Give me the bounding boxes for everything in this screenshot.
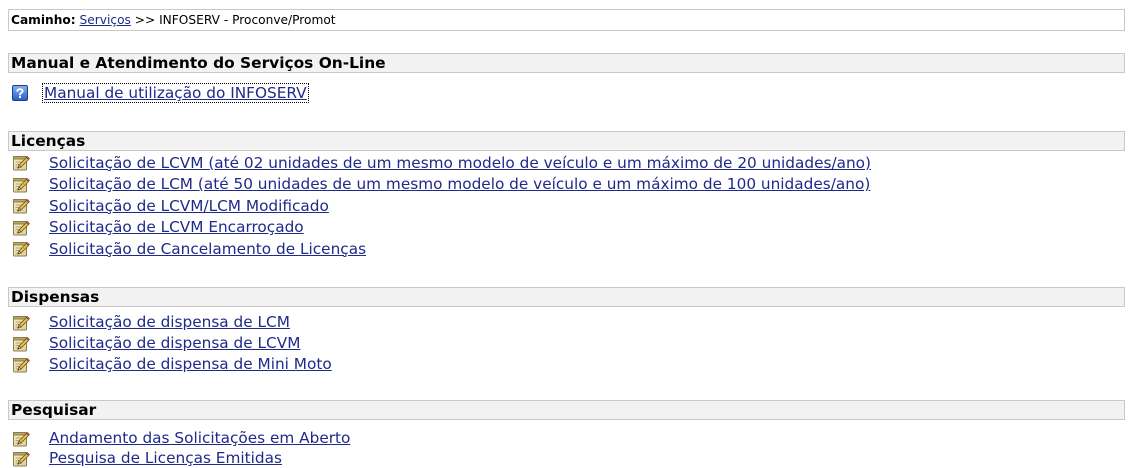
link-lcvm-encarrocado[interactable]: Solicitação de LCVM Encarroçado (49, 218, 304, 236)
section-title: Dispensas (11, 288, 100, 306)
link-dispensa-lcvm[interactable]: Solicitação de dispensa de LCVM (49, 334, 300, 352)
section-items: Solicitação de LCVM (até 02 unidades de … (8, 152, 1125, 260)
section-items: Solicitação de dispensa de LCM Solicitaç… (8, 312, 1125, 375)
edit-note-icon (12, 176, 30, 193)
edit-note-icon (12, 314, 30, 331)
list-item: Andamento das Solicitações em Aberto (8, 428, 1125, 448)
section-header: Dispensas (8, 287, 1125, 307)
list-item: Solicitação de dispensa de LCM (8, 312, 1125, 333)
edit-note-icon (12, 154, 30, 171)
list-item: Solicitação de Cancelamento de Licenças (8, 238, 1125, 260)
section-title: Licenças (11, 132, 86, 150)
section-title: Pesquisar (11, 401, 97, 419)
breadcrumb-separator: >> (134, 13, 156, 27)
section-items: Manual de utilização do INFOSERV (8, 83, 1125, 103)
breadcrumb: Caminho: Serviços >> INFOSERV - Proconve… (8, 9, 1125, 31)
list-item: Pesquisa de Licenças Emitidas (8, 448, 1125, 468)
edit-note-icon (12, 430, 30, 447)
link-solicitacao-lcm[interactable]: Solicitação de LCM (até 50 unidades de u… (49, 175, 870, 193)
edit-note-icon (12, 240, 30, 257)
list-item: Solicitação de dispensa de Mini Moto (8, 354, 1125, 375)
section-header: Licenças (8, 131, 1125, 151)
list-item: Solicitação de LCVM/LCM Modificado (8, 195, 1125, 217)
edit-note-icon (12, 197, 30, 214)
link-manual-infoserv[interactable]: Manual de utilização do INFOSERV (42, 83, 309, 103)
edit-note-icon (12, 450, 30, 467)
section-title: Manual e Atendimento do Serviços On-Line (11, 54, 386, 72)
link-cancelamento-licencas[interactable]: Solicitação de Cancelamento de Licenças (49, 240, 366, 258)
list-item: Solicitação de LCVM Encarroçado (8, 217, 1125, 239)
edit-note-icon (12, 219, 30, 236)
link-solicitacao-lcvm[interactable]: Solicitação de LCVM (até 02 unidades de … (49, 154, 871, 172)
link-lcvm-lcm-modificado[interactable]: Solicitação de LCVM/LCM Modificado (49, 197, 329, 215)
list-item: Solicitação de dispensa de LCVM (8, 333, 1125, 354)
list-item: Solicitação de LCM (até 50 unidades de u… (8, 174, 1125, 196)
list-item: Manual de utilização do INFOSERV (8, 83, 1125, 103)
link-pesquisa-licencas[interactable]: Pesquisa de Licenças Emitidas (49, 449, 282, 467)
breadcrumb-link-servicos[interactable]: Serviços (80, 13, 131, 27)
breadcrumb-current: INFOSERV - Proconve/Promot (159, 13, 336, 27)
section-header: Manual e Atendimento do Serviços On-Line (8, 53, 1125, 73)
help-icon (12, 85, 28, 101)
list-item: Solicitação de LCVM (até 02 unidades de … (8, 152, 1125, 174)
section-items: Andamento das Solicitações em Aberto Pes… (8, 428, 1125, 468)
link-dispensa-lcm[interactable]: Solicitação de dispensa de LCM (49, 313, 290, 331)
edit-note-icon (12, 335, 30, 352)
link-andamento-solicitacoes[interactable]: Andamento das Solicitações em Aberto (49, 429, 350, 447)
breadcrumb-label: Caminho: (11, 13, 76, 27)
link-dispensa-mini-moto[interactable]: Solicitação de dispensa de Mini Moto (49, 355, 332, 373)
section-header: Pesquisar (8, 400, 1125, 420)
edit-note-icon (12, 356, 30, 373)
